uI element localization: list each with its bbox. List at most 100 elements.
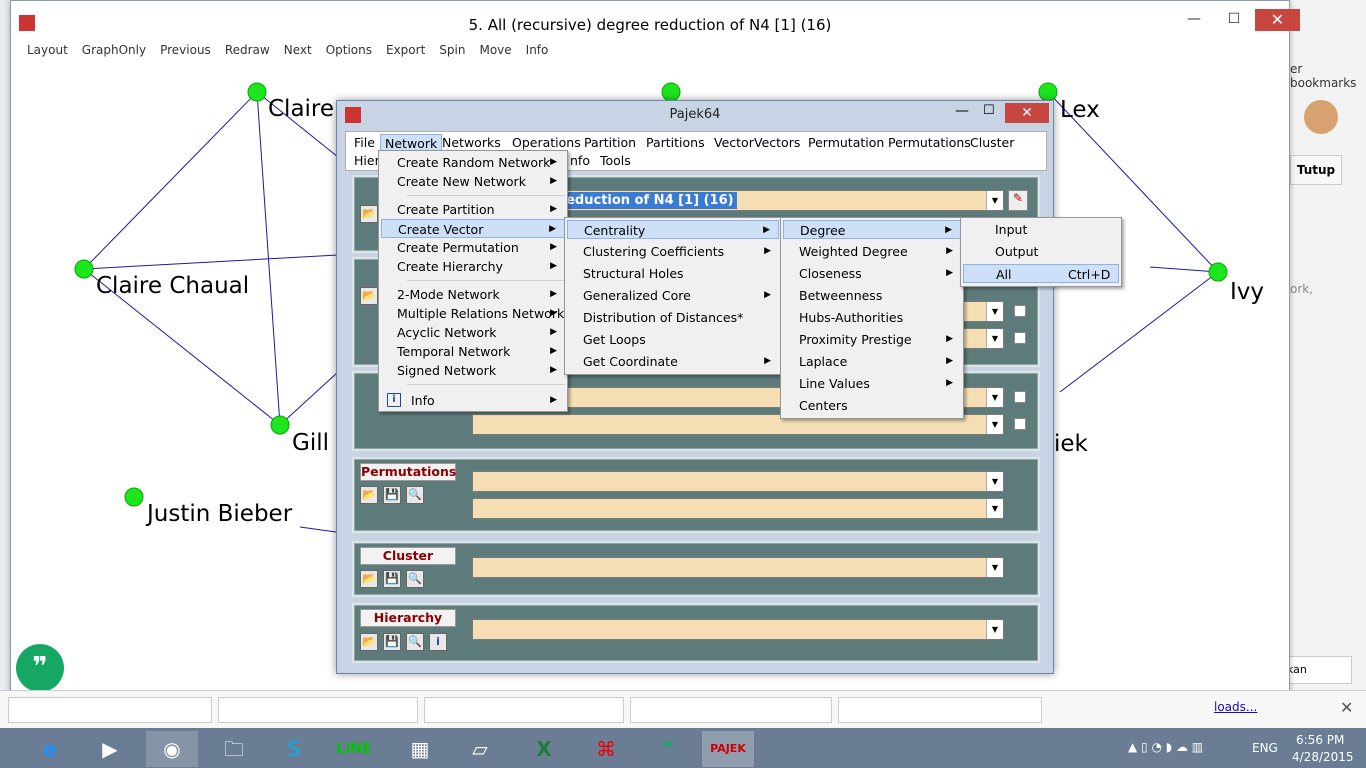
clock-time[interactable]: 6:56 PM <box>1296 733 1344 747</box>
minimize-button[interactable]: — <box>955 103 969 119</box>
pajek-menu-item[interactable]: Cluster <box>966 134 1018 151</box>
menu-item[interactable]: Create Random Network ▶ <box>381 153 565 172</box>
chrome-icon[interactable]: ◉ <box>146 731 198 767</box>
view-icon[interactable]: 🔍 <box>406 570 424 588</box>
menu-item[interactable]: Create New Network ▶ <box>381 172 565 191</box>
graph-node[interactable] <box>270 415 290 435</box>
draw-menu-item[interactable]: Move <box>479 43 511 61</box>
draw-menu-item[interactable]: GraphOnly <box>82 43 146 61</box>
open-folder-icon[interactable]: 📂 <box>360 287 378 305</box>
download-item[interactable] <box>218 697 418 723</box>
menu-item[interactable]: Centers <box>783 396 961 415</box>
draw-menu-item[interactable]: Next <box>284 43 312 61</box>
menu-item[interactable]: Hubs-Authorities <box>783 308 961 327</box>
menu-item[interactable]: Create Partition ▶ <box>381 200 565 219</box>
permutation-combo[interactable]: ▼ <box>472 498 1004 519</box>
cluster-combo[interactable]: ▼ <box>472 557 1004 578</box>
download-item[interactable] <box>838 697 1042 723</box>
download-item[interactable] <box>8 697 212 723</box>
pajek-menu-item[interactable]: Partitions <box>642 134 709 151</box>
hangouts-taskbar-icon[interactable]: ❞ <box>642 731 694 767</box>
graph-node[interactable] <box>124 487 144 507</box>
keluhan-button[interactable]: kan keluhan <box>1282 656 1352 702</box>
draw-menu-item[interactable]: Export <box>386 43 425 61</box>
open-folder-icon[interactable]: 📂 <box>360 486 378 504</box>
ie-icon[interactable]: e <box>24 731 76 767</box>
menu-item[interactable]: 2-Mode Network ▶ <box>381 285 565 304</box>
tutup-button[interactable]: Tutup <box>1290 155 1342 185</box>
menu-item-output[interactable]: Output <box>963 242 1119 261</box>
line-icon[interactable]: LINE <box>328 731 380 767</box>
edit-icon[interactable]: ✎ <box>1008 190 1028 211</box>
graph-node[interactable] <box>1038 82 1058 102</box>
menu-item[interactable]: Generalized Core ▶ <box>567 286 779 305</box>
notes-icon[interactable]: ▱ <box>454 731 506 767</box>
menu-item[interactable]: Multiple Relations Network ▶ <box>381 304 565 323</box>
menu-item[interactable]: i Info ▶ <box>381 391 565 410</box>
close-button[interactable]: ✕ <box>1005 103 1049 123</box>
pdf-icon[interactable]: ⌘ <box>580 731 632 767</box>
pajek-menu-item[interactable]: Operations <box>508 134 585 151</box>
menu-item[interactable]: Temporal Network ▶ <box>381 342 565 361</box>
avatar[interactable] <box>1304 100 1338 134</box>
draw-menu-item[interactable]: Layout <box>27 43 68 61</box>
draw-menu-item[interactable]: Options <box>326 43 372 61</box>
menu-item-centrality[interactable]: Centrality ▶ <box>567 220 779 239</box>
graph-node[interactable] <box>74 259 94 279</box>
permutation-combo[interactable]: ▼ <box>472 471 1004 492</box>
menu-item[interactable]: Line Values ▶ <box>783 374 961 393</box>
menu-item[interactable]: Get Coordinate ▶ <box>567 352 779 371</box>
close-button[interactable]: ✕ <box>1255 9 1300 31</box>
network-app-icon[interactable]: ▦ <box>394 731 446 767</box>
language-indicator[interactable]: ENG <box>1252 741 1278 755</box>
show-downloads-link[interactable]: loads... <box>1214 700 1257 714</box>
menu-item[interactable]: Closeness ▶ <box>783 264 961 283</box>
open-folder-icon[interactable]: 📂 <box>360 205 378 223</box>
menu-item[interactable]: Create Permutation ▶ <box>381 238 565 257</box>
explorer-icon[interactable]: 🗀 <box>208 731 260 767</box>
menu-item[interactable]: Distribution of Distances* <box>567 308 779 327</box>
checkbox[interactable] <box>1014 332 1026 344</box>
tray-icons[interactable]: ▲ ▯ ◔ ◗ ☁ ▥ <box>1128 740 1203 754</box>
draw-menu-item[interactable]: Redraw <box>225 43 270 61</box>
menu-item[interactable]: Weighted Degree ▶ <box>783 242 961 261</box>
info-icon[interactable]: i <box>429 633 447 651</box>
hangouts-icon[interactable]: ❞ <box>16 644 64 692</box>
save-icon[interactable]: 💾 <box>383 633 401 651</box>
graph-node[interactable] <box>661 82 681 102</box>
save-icon[interactable]: 💾 <box>383 486 401 504</box>
menu-item[interactable]: Clustering Coefficients ▶ <box>567 242 779 261</box>
pajek-menu-item[interactable]: nfo <box>566 152 594 169</box>
menu-item[interactable]: Create Hierarchy ▶ <box>381 257 565 276</box>
pajek-menu-item[interactable]: Permutation <box>804 134 888 151</box>
pajek-menu-item[interactable]: Partition <box>580 134 640 151</box>
pajek-menu-item[interactable]: Permutations <box>884 134 975 151</box>
maximize-button[interactable]: ☐ <box>1217 9 1251 29</box>
menu-item[interactable]: Proximity Prestige ▶ <box>783 330 961 349</box>
menu-item-all[interactable]: All Ctrl+D <box>963 264 1119 283</box>
pajek-menu-item[interactable]: Tools <box>596 152 635 169</box>
clock-date[interactable]: 4/28/2015 <box>1292 750 1354 764</box>
draw-menu-item[interactable]: Info <box>526 43 549 61</box>
view-icon[interactable]: 🔍 <box>406 633 424 651</box>
skype-icon[interactable]: S <box>268 731 320 767</box>
save-icon[interactable]: 💾 <box>383 570 401 588</box>
download-item[interactable] <box>630 697 832 723</box>
checkbox[interactable] <box>1014 391 1026 403</box>
menu-item-create-vector[interactable]: Create Vector ▶ <box>381 219 565 238</box>
pajek-menu-item[interactable]: Networks <box>438 134 505 151</box>
menu-item[interactable]: Betweenness <box>783 286 961 305</box>
media-icon[interactable]: ▶ <box>84 731 136 767</box>
open-folder-icon[interactable]: 📂 <box>360 633 378 651</box>
open-folder-icon[interactable]: 📂 <box>360 570 378 588</box>
pajek-menu-item[interactable]: File <box>350 134 379 151</box>
menu-item[interactable]: Signed Network ▶ <box>381 361 565 380</box>
menu-item-degree[interactable]: Degree ▶ <box>783 220 961 239</box>
menu-item[interactable]: Get Loops <box>567 330 779 349</box>
menu-item[interactable]: Laplace ▶ <box>783 352 961 371</box>
graph-node[interactable] <box>1208 262 1228 282</box>
menu-item-input[interactable]: Input <box>963 220 1119 239</box>
menu-item[interactable]: Acyclic Network ▶ <box>381 323 565 342</box>
draw-menu-item[interactable]: Previous <box>160 43 211 61</box>
download-item[interactable] <box>424 697 624 723</box>
